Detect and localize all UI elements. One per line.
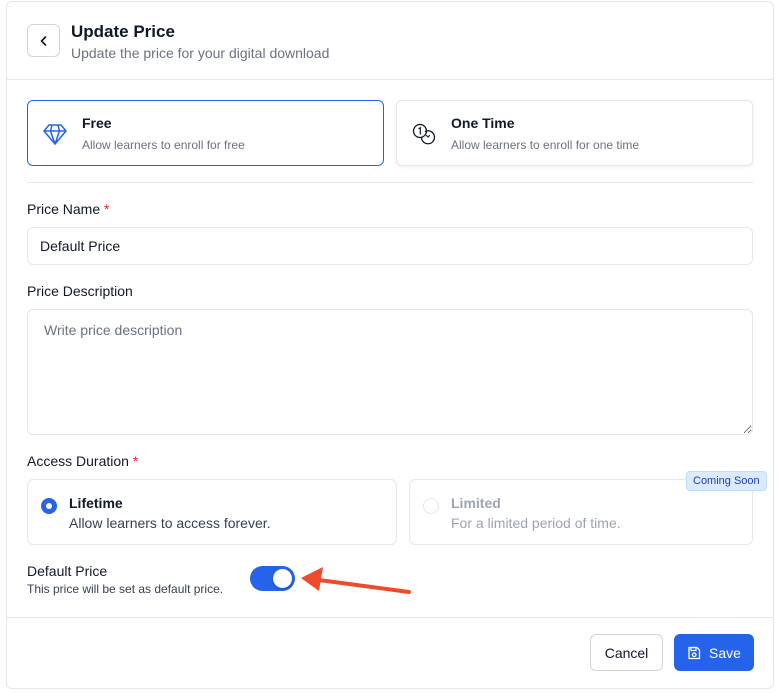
back-button[interactable] [27,24,60,57]
duration-option-description: For a limited period of time. [451,515,621,531]
annotation-arrow-icon [301,567,411,594]
coming-soon-badge: Coming Soon [686,471,767,491]
default-price-description: This price will be set as default price. [27,582,224,596]
price-type-description: Allow learners to enroll for free [82,138,245,152]
toggle-knob [273,569,292,588]
duration-option-description: Allow learners to access forever. [69,515,271,531]
footer-divider [7,617,773,618]
cancel-button[interactable]: Cancel [590,634,663,671]
required-mark: * [132,453,139,469]
page-title: Update Price [71,22,175,41]
update-price-modal: Update Price Update the price for your d… [6,1,774,689]
price-description-textarea[interactable] [27,309,753,435]
price-type-label: Free [82,115,112,131]
price-type-description: Allow learners to enroll for one time [451,138,640,152]
page-subtitle: Update the price for your digital downlo… [71,45,330,61]
duration-option-label: Limited [451,495,501,511]
lifetime-radio[interactable] [41,498,57,514]
access-duration-label: Access Duration * [27,453,138,469]
chevron-left-icon [40,35,46,46]
required-mark: * [104,201,110,217]
price-description-label: Price Description [27,283,133,299]
default-price-title: Default Price [27,563,108,579]
default-price-toggle[interactable] [250,566,295,591]
save-button[interactable]: Save [674,634,754,671]
duration-option-label: Lifetime [69,495,123,511]
one-time-payment-icon [412,123,436,145]
price-type-free-card[interactable]: Free Allow learners to enroll for free [27,100,384,166]
save-button-label: Save [709,644,741,661]
diamond-icon [43,124,67,145]
price-type-one-time-card[interactable]: One Time Allow learners to enroll for on… [396,100,753,166]
section-divider [27,182,753,183]
price-name-input[interactable] [27,227,753,265]
modal-header: Update Price Update the price for your d… [7,2,773,80]
limited-radio [423,498,439,514]
price-type-label: One Time [451,115,515,131]
price-name-label-text: Price Name [27,201,101,217]
price-name-label: Price Name * [27,201,109,217]
access-duration-label-text: Access Duration [27,453,129,469]
access-duration-lifetime-option[interactable]: Lifetime Allow learners to access foreve… [27,479,397,545]
floppy-disk-icon [688,646,701,659]
